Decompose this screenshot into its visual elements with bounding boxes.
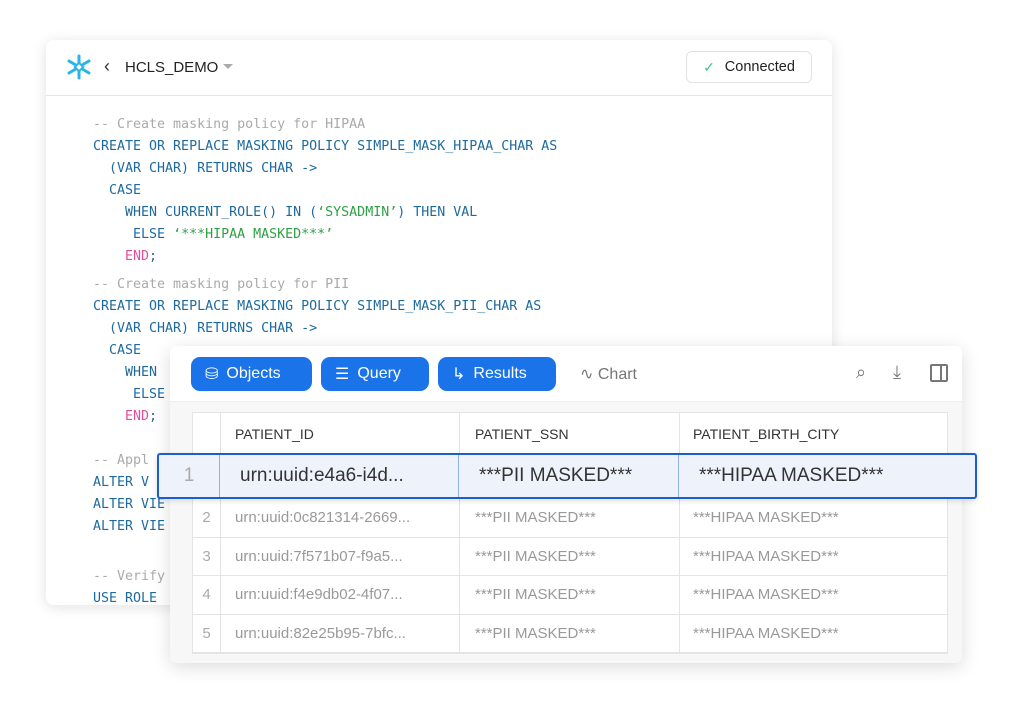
cell-patient-birth-city[interactable]: ***HIPAA MASKED*** bbox=[680, 576, 947, 614]
code-line: CREATE OR REPLACE MASKING POLICY SIMPLE_… bbox=[93, 136, 557, 158]
code-line: (VAR CHAR) RETURNS CHAR -> bbox=[93, 318, 557, 340]
column-header[interactable]: PATIENT_SSN bbox=[460, 413, 680, 454]
code-text: ; bbox=[149, 409, 158, 424]
cell-patient-birth-city[interactable]: ***HIPAA MASKED*** bbox=[680, 499, 947, 537]
code-text: -- Verify bbox=[93, 569, 166, 584]
cell-patient-id[interactable]: urn:uuid:e4a6-i4d... bbox=[220, 455, 459, 497]
back-chevron-icon[interactable]: ‹ bbox=[104, 56, 110, 77]
database-icon: ⛁ bbox=[205, 366, 219, 383]
results-table: PATIENT_ID PATIENT_SSN PATIENT_BIRTH_CIT… bbox=[192, 412, 948, 654]
code-line: ELSE ‘***HIPAA MASKED***’ bbox=[93, 224, 557, 246]
row-number: 5 bbox=[193, 614, 221, 652]
results-button[interactable]: ↳ Results bbox=[438, 357, 556, 391]
code-text: CREATE OR REPLACE MASKING POLICY SIMPLE_… bbox=[93, 139, 558, 154]
cell-patient-ssn[interactable]: ***PII MASKED*** bbox=[460, 576, 680, 614]
code-line: (VAR CHAR) RETURNS CHAR -> bbox=[93, 158, 557, 180]
code-text: END bbox=[93, 409, 150, 424]
code-text: ALTER VIE bbox=[93, 519, 166, 534]
code-line: CASE bbox=[93, 180, 557, 202]
table-row[interactable]: 3 urn:uuid:7f571b07-f9a5... ***PII MASKED*… bbox=[193, 537, 947, 576]
code-text: ) THEN VAL bbox=[397, 205, 478, 220]
code-text: WHEN bbox=[93, 365, 158, 380]
cell-patient-id[interactable]: urn:uuid:7f571b07-f9a5... bbox=[221, 537, 460, 575]
cell-patient-ssn[interactable]: ***PII MASKED*** bbox=[460, 614, 680, 652]
code-line: -- Create masking policy for PII bbox=[93, 274, 557, 296]
code-text: -- Create masking policy for PII bbox=[93, 277, 350, 292]
code-text: CASE bbox=[93, 183, 142, 198]
results-panel: ⛁ Objects ☰ Query ↳ Results ∿ Chart ⌕ ⤓ PAT… bbox=[170, 346, 962, 663]
connection-status-button[interactable]: ✓ Connected bbox=[686, 51, 812, 83]
row-number: 3 bbox=[193, 537, 221, 575]
code-string: ‘SYSADMIN’ bbox=[317, 205, 398, 220]
cell-patient-birth-city[interactable]: ***HIPAA MASKED*** bbox=[679, 465, 975, 487]
dropdown-caret-icon[interactable] bbox=[223, 64, 233, 69]
cell-patient-birth-city[interactable]: ***HIPAA MASKED*** bbox=[680, 615, 947, 653]
code-text: CASE bbox=[93, 343, 142, 358]
code-text: USE ROLE bbox=[93, 591, 158, 606]
search-icon[interactable]: ⌕ bbox=[856, 362, 866, 383]
table-row[interactable]: 5 urn:uuid:82e25b95-7bfc... ***PII MASKED*… bbox=[193, 614, 947, 653]
cell-patient-birth-city[interactable]: ***HIPAA MASKED*** bbox=[680, 538, 947, 576]
code-text: -- Create masking policy for HIPAA bbox=[93, 117, 366, 132]
results-toolbar: ⛁ Objects ☰ Query ↳ Results ∿ Chart ⌕ ⤓ bbox=[170, 346, 962, 402]
database-selector[interactable]: HCLS_DEMO bbox=[125, 59, 218, 76]
code-text: ELSE bbox=[93, 227, 174, 242]
code-text: END bbox=[93, 249, 150, 264]
row-number: 4 bbox=[193, 576, 221, 614]
worksheet-header: ‹ HCLS_DEMO ✓ Connected bbox=[46, 40, 832, 96]
column-header[interactable]: PATIENT_BIRTH_CITY bbox=[680, 413, 947, 454]
code-line: CREATE OR REPLACE MASKING POLICY SIMPLE_… bbox=[93, 296, 557, 318]
row-number: 1 bbox=[159, 455, 220, 497]
chart-line-icon: ∿ bbox=[580, 366, 594, 383]
download-icon[interactable]: ⤓ bbox=[893, 362, 901, 383]
code-text: -- Appl bbox=[93, 453, 150, 468]
cell-patient-ssn[interactable]: ***PII MASKED*** bbox=[460, 537, 680, 575]
query-label: Query bbox=[357, 365, 401, 382]
selected-table-row[interactable]: 1 urn:uuid:e4a6-i4d... ***PII MASKED*** … bbox=[157, 453, 977, 499]
cell-patient-id[interactable]: urn:uuid:f4e9db02-4f07... bbox=[221, 576, 460, 614]
code-text: (VAR CHAR) RETURNS CHAR -> bbox=[93, 321, 318, 336]
code-text: ALTER VIE bbox=[93, 497, 166, 512]
return-arrow-icon: ↳ bbox=[452, 366, 466, 383]
results-label: Results bbox=[473, 365, 527, 382]
table-row[interactable]: 2 urn:uuid:0c821314-2669... ***PII MASKED*… bbox=[193, 499, 947, 538]
cell-patient-ssn[interactable]: ***PII MASKED*** bbox=[460, 499, 680, 537]
connection-status: Connected bbox=[724, 59, 795, 75]
check-icon: ✓ bbox=[703, 58, 715, 75]
code-line: END; bbox=[93, 246, 557, 274]
row-number: 2 bbox=[193, 499, 221, 537]
query-button[interactable]: ☰ Query bbox=[321, 357, 429, 391]
snowflake-logo-icon bbox=[67, 54, 91, 80]
code-text: (VAR CHAR) RETURNS CHAR -> bbox=[93, 161, 318, 176]
objects-label: Objects bbox=[226, 365, 281, 382]
cell-patient-id[interactable]: urn:uuid:0c821314-2669... bbox=[221, 499, 460, 537]
code-text: ; bbox=[149, 249, 158, 264]
code-text: CREATE OR REPLACE MASKING POLICY SIMPLE_… bbox=[93, 299, 542, 314]
code-text: ALTER V bbox=[93, 475, 150, 490]
code-text: ELSE bbox=[93, 387, 166, 402]
table-row[interactable]: 4 urn:uuid:f4e9db02-4f07... ***PII MASKED*… bbox=[193, 576, 947, 615]
cell-patient-id[interactable]: urn:uuid:82e25b95-7bfc... bbox=[221, 614, 460, 652]
chart-label: Chart bbox=[597, 366, 637, 383]
column-header[interactable]: PATIENT_ID bbox=[221, 413, 460, 454]
code-string: ‘***HIPAA MASKED***’ bbox=[173, 227, 334, 242]
code-line: -- Create masking policy for HIPAA bbox=[93, 114, 557, 136]
code-line: WHEN CURRENT_ROLE() IN (‘SYSADMIN’) THEN… bbox=[93, 202, 557, 224]
objects-button[interactable]: ⛁ Objects bbox=[191, 357, 312, 391]
panel-toggle-icon[interactable] bbox=[930, 364, 948, 382]
lines-icon: ☰ bbox=[335, 366, 350, 383]
code-text: WHEN CURRENT_ROLE() IN ( bbox=[93, 205, 318, 220]
table-header: PATIENT_ID PATIENT_SSN PATIENT_BIRTH_CIT… bbox=[193, 413, 947, 455]
cell-patient-ssn[interactable]: ***PII MASKED*** bbox=[459, 455, 679, 497]
chart-tab[interactable]: ∿ Chart bbox=[580, 364, 637, 384]
